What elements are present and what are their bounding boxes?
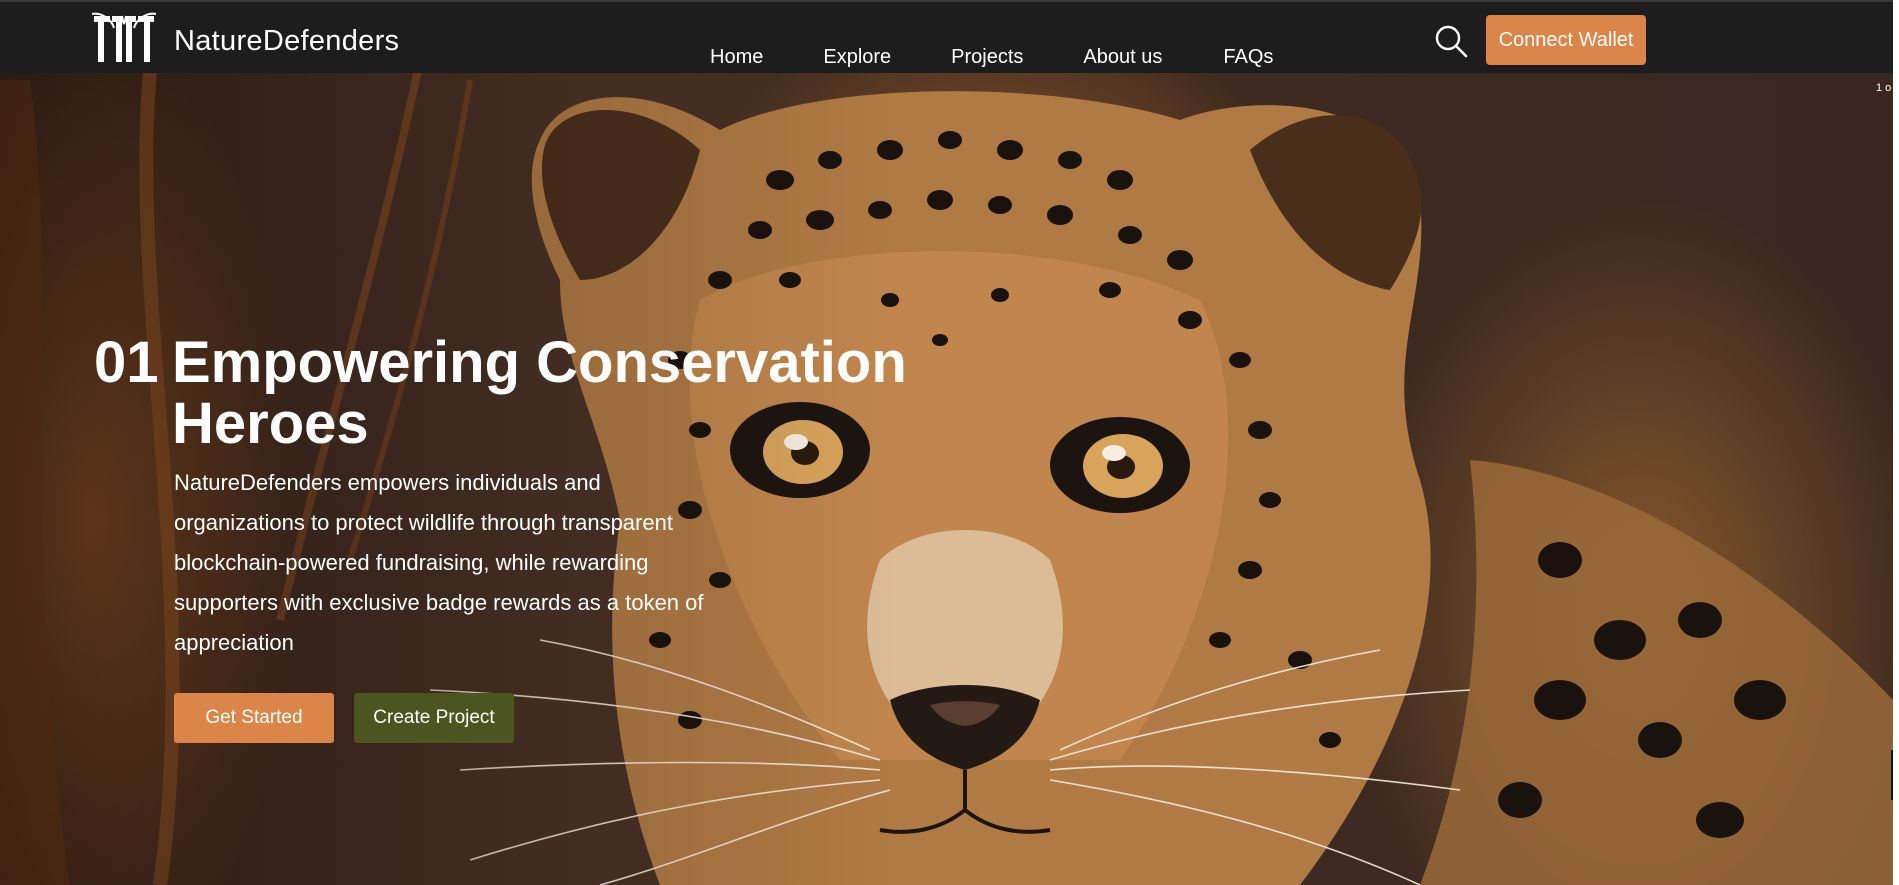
- slide-counter: 1 o: [1876, 82, 1892, 94]
- get-started-button[interactable]: Get Started: [174, 693, 334, 743]
- nav-link-explore[interactable]: Explore: [823, 46, 891, 69]
- scroll-edge-marker: [1891, 750, 1893, 800]
- create-project-button[interactable]: Create Project: [354, 693, 514, 743]
- search-icon: [1435, 25, 1468, 58]
- naturedefenders-logo-icon: [92, 12, 156, 62]
- viewport: NatureDefenders Home Explore Projects Ab…: [0, 0, 1893, 885]
- nav-link-faqs[interactable]: FAQs: [1223, 46, 1273, 69]
- search-button[interactable]: [1434, 24, 1468, 58]
- hero-description: NatureDefenders empowers individuals and…: [174, 470, 704, 655]
- hero-title-line-1: Empowering Conservation: [172, 330, 907, 395]
- hero-title-line-2: Heroes: [172, 391, 369, 456]
- main-nav: Home Explore Projects About us FAQs: [710, 46, 1325, 69]
- hero-title: 01 Empowering Conservation Heroes: [94, 332, 994, 454]
- page-scrollbar-thumb[interactable]: [1893, 0, 1899, 885]
- connect-wallet-button[interactable]: Connect Wallet: [1486, 15, 1646, 65]
- brand[interactable]: NatureDefenders: [92, 12, 399, 66]
- nav-link-home[interactable]: Home: [710, 46, 763, 69]
- top-navbar: NatureDefenders Home Explore Projects Ab…: [0, 0, 1893, 73]
- nav-link-projects[interactable]: Projects: [951, 46, 1023, 69]
- slide-number: 01: [94, 330, 159, 395]
- brand-name: NatureDefenders: [174, 24, 400, 57]
- nav-link-about-us[interactable]: About us: [1083, 46, 1162, 69]
